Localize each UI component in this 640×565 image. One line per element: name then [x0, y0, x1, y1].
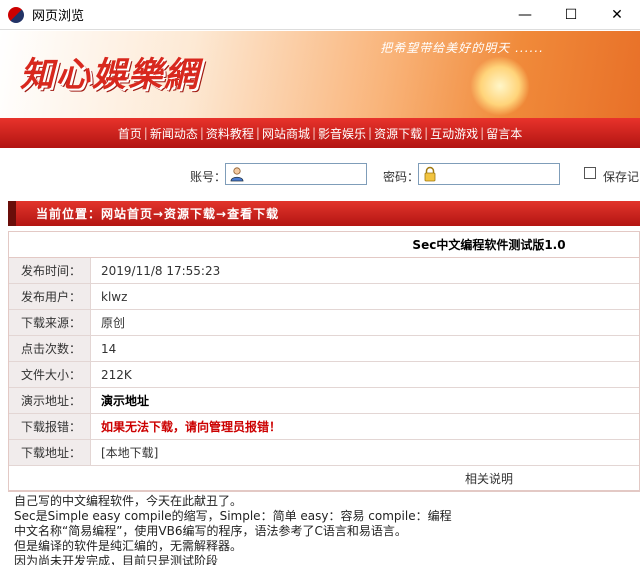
- row-key: 下载报错：: [9, 414, 91, 439]
- window-titlebar: 网页浏览 — ☐ ✕: [0, 0, 640, 30]
- description-line: Sec是Simple easy compile的缩写，Simple：简单 eas…: [14, 509, 452, 523]
- description-line: 因为尚未开发完成，目前只是测试阶段: [14, 554, 219, 565]
- maximize-button[interactable]: ☐: [548, 0, 594, 30]
- row-key: 下载地址：: [9, 440, 91, 465]
- password-input[interactable]: [418, 163, 560, 185]
- nav-tutorials[interactable]: 资料教程: [204, 125, 256, 142]
- table-row: 点击次数： 14: [9, 336, 639, 362]
- row-key: 发布用户：: [9, 284, 91, 309]
- row-key: 文件大小：: [9, 362, 91, 387]
- login-bar: 账号： 密码： 保存记: [0, 150, 640, 198]
- nav-games[interactable]: 互动游戏: [428, 125, 480, 142]
- download-source: 原创: [101, 316, 126, 330]
- minimize-button[interactable]: —: [502, 0, 548, 30]
- nav-shop[interactable]: 网站商城: [260, 125, 312, 142]
- remember-label: 保存记: [603, 170, 640, 184]
- banner-slogan: 把希望带给美好的明天 ......: [380, 41, 544, 55]
- table-row: 演示地址： 演示地址: [9, 388, 639, 414]
- table-row: 发布用户： klwz: [9, 284, 639, 310]
- description-line: 但是编译的软件是纯汇编的，无需解释器。: [14, 539, 243, 553]
- nav-news[interactable]: 新闻动态: [148, 125, 200, 142]
- publish-user: klwz: [101, 289, 128, 304]
- nav-home[interactable]: 首页: [116, 125, 144, 142]
- row-key: 演示地址：: [9, 388, 91, 413]
- sun-graphic: [470, 56, 530, 116]
- window-title: 网页浏览: [32, 9, 85, 24]
- table-row: 发布时间： 2019/11/8 17:55:23: [9, 258, 639, 284]
- breadcrumb: 当前位置：网站首页→资源下载→查看下载: [8, 201, 640, 226]
- software-description: 自己写的中文编程软件，今天在此献丑了。 Sec是Simple easy comp…: [14, 494, 634, 565]
- breadcrumb-accent: [8, 201, 16, 226]
- main-nav: 首页 | 新闻动态 | 资料教程 | 网站商城 | 影音娱乐 | 资源下载 | 互动游戏 | …: [0, 118, 640, 148]
- row-key: 下载来源：: [9, 310, 91, 335]
- file-size: 212K: [101, 367, 132, 382]
- report-error-link[interactable]: 如果无法下载，请向管理员报错！: [91, 414, 639, 439]
- demo-link[interactable]: 演示地址: [91, 388, 639, 413]
- download-detail-table: Sec中文编程软件测试版1.0 发布时间： 2019/11/8 17:55:23…: [8, 231, 640, 492]
- publish-time: 2019/11/8 17:55:23: [101, 263, 221, 278]
- table-row: 下载报错： 如果无法下载，请向管理员报错！: [9, 414, 639, 440]
- software-title: Sec中文编程软件测试版1.0: [9, 232, 639, 258]
- table-row: 文件大小： 212K: [9, 362, 639, 388]
- nav-guestbook[interactable]: 留言本: [484, 125, 524, 142]
- description-line: 中文名称“简易编程”，使用VB6编写的程序，语法参考了C语言和易语言。: [14, 524, 407, 538]
- click-count: 14: [101, 341, 117, 356]
- app-icon: [8, 6, 24, 23]
- account-input[interactable]: [225, 163, 367, 185]
- lock-icon: [424, 166, 436, 182]
- row-key: 发布时间：: [9, 258, 91, 283]
- table-row: 下载地址： [本地下载]: [9, 440, 639, 466]
- close-button[interactable]: ✕: [594, 0, 640, 30]
- nav-downloads[interactable]: 资源下载: [372, 125, 424, 142]
- breadcrumb-text: 当前位置：网站首页→资源下载→查看下载: [36, 207, 280, 221]
- nav-media[interactable]: 影音娱乐: [316, 125, 368, 142]
- password-label: 密码：: [383, 170, 420, 184]
- site-logo: 知心娛樂網: [20, 55, 200, 95]
- site-banner: 知心娛樂網 把希望带给美好的明天 ......: [0, 31, 640, 118]
- description-line: 自己写的中文编程软件，今天在此献丑了。: [14, 494, 243, 508]
- table-row: 下载来源： 原创: [9, 310, 639, 336]
- user-icon: [230, 167, 244, 182]
- row-key: 点击次数：: [9, 336, 91, 361]
- related-notes-heading: 相关说明: [9, 466, 639, 491]
- remember-checkbox[interactable]: [584, 167, 596, 179]
- account-label: 账号：: [190, 170, 227, 184]
- local-download-link[interactable]: [本地下载]: [91, 440, 639, 465]
